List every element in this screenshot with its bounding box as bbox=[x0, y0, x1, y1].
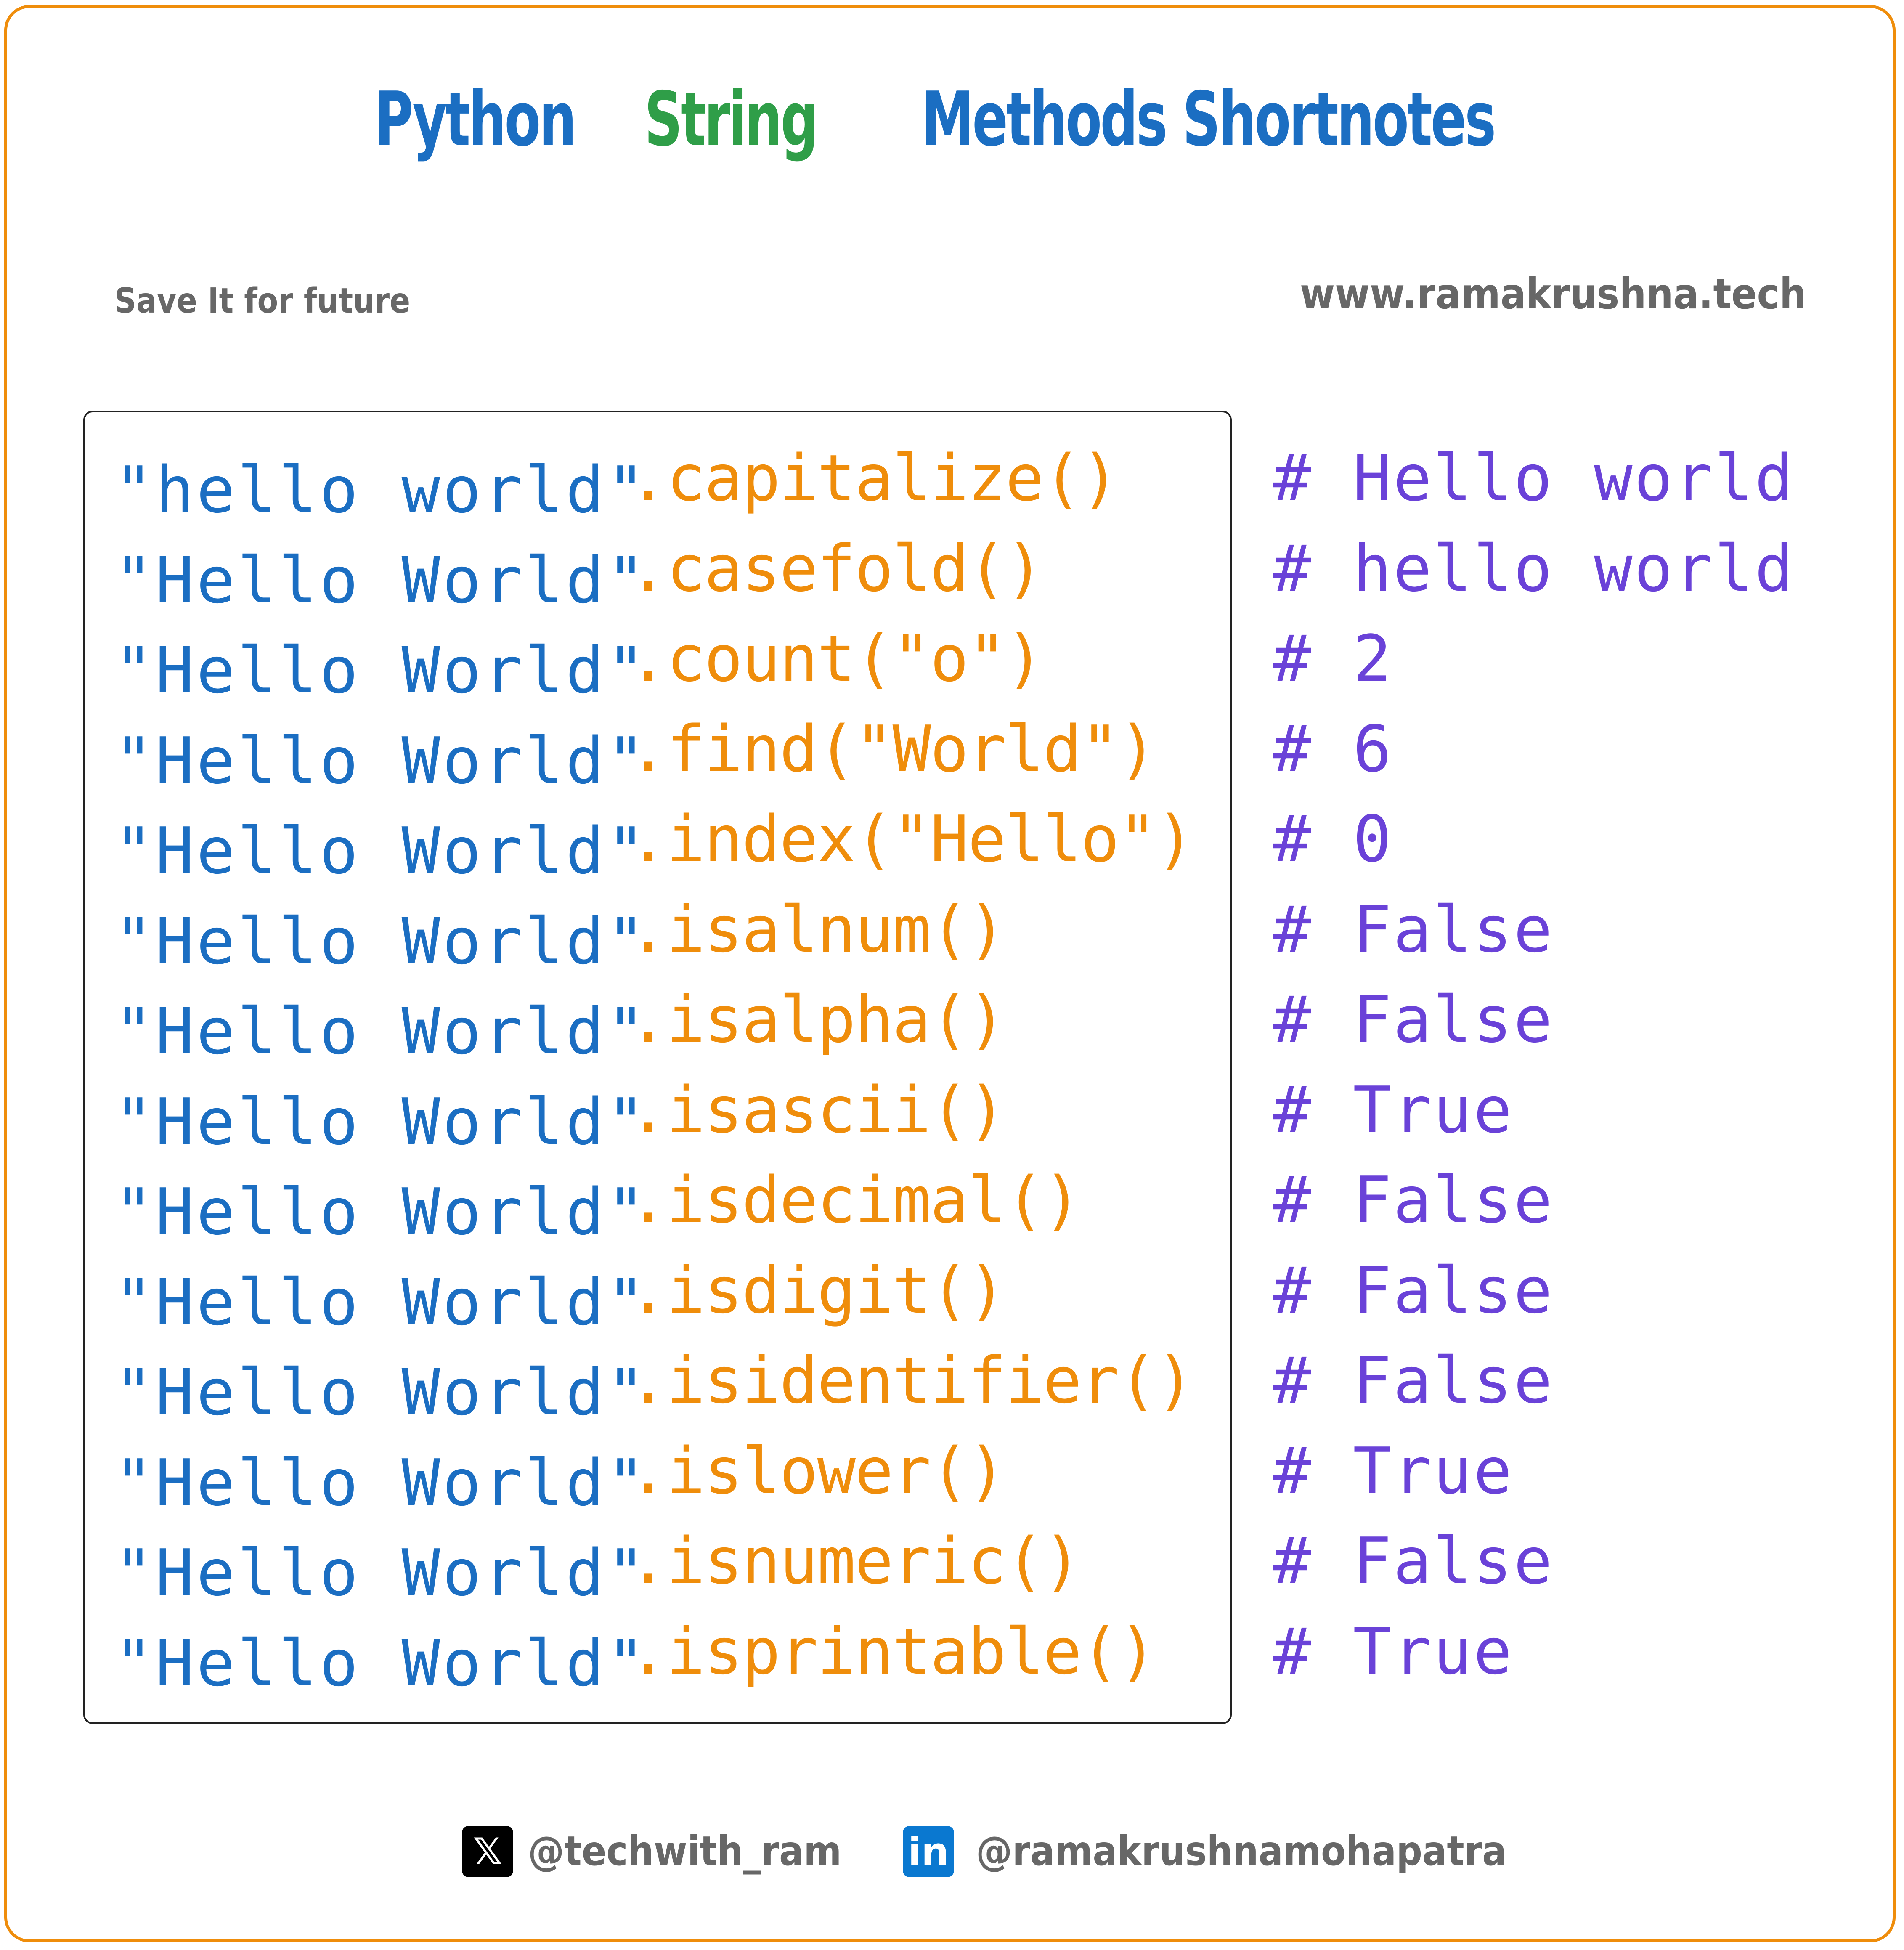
method-call: .isdecimal() bbox=[629, 1163, 1082, 1237]
result-comment: # False bbox=[1273, 1343, 1554, 1418]
result-comment: # True bbox=[1273, 1433, 1514, 1508]
method-call: .isidentifier() bbox=[629, 1343, 1195, 1418]
method-call: .index("Hello") bbox=[629, 802, 1195, 876]
result-comment: # False bbox=[1273, 1163, 1554, 1237]
result-comment: # True bbox=[1273, 1614, 1514, 1689]
string-literal: "Hello World" bbox=[114, 904, 648, 979]
title-word-methods-shortnotes: Methods Shortnotes bbox=[921, 76, 1496, 163]
method-call: .isprintable() bbox=[629, 1614, 1157, 1689]
method-call: .islower() bbox=[629, 1433, 1006, 1508]
string-literal: "Hello World" bbox=[114, 1445, 648, 1520]
string-literal: "Hello World" bbox=[114, 543, 648, 618]
method-call: .isascii() bbox=[629, 1072, 1006, 1147]
result-comment: # False bbox=[1273, 892, 1554, 967]
footer: 𝕏 @techwith_ram in @ramakrushnamohapatra bbox=[0, 1826, 1904, 1885]
result-comment: # True bbox=[1273, 1072, 1514, 1147]
result-comment: # False bbox=[1273, 1524, 1554, 1598]
title-word-python: Python bbox=[374, 76, 576, 163]
linkedin-handle: @ramakrushnamohapatra bbox=[976, 1828, 1507, 1875]
linkedin-logo-icon: in bbox=[903, 1826, 954, 1877]
example-row: "Hello World" .isprintable() # True bbox=[0, 1614, 1904, 1705]
result-comment: # hello world bbox=[1273, 531, 1795, 606]
method-call: .count("o") bbox=[629, 621, 1044, 696]
result-comment: # 0 bbox=[1273, 802, 1393, 876]
method-call: .capitalize() bbox=[629, 441, 1119, 515]
string-literal: "Hello World" bbox=[114, 1626, 648, 1701]
method-call: .isnumeric() bbox=[629, 1524, 1082, 1598]
save-it-note: Save It for future bbox=[114, 281, 411, 321]
example-row: "Hello World" .isdigit() # False bbox=[0, 1253, 1904, 1344]
website-url: www.ramakrushna.tech bbox=[1300, 269, 1806, 318]
result-comment: # Hello world bbox=[1273, 441, 1795, 515]
method-call: .isdigit() bbox=[629, 1253, 1006, 1328]
method-call: .find("World") bbox=[629, 711, 1157, 786]
example-row: "Hello World" .isdecimal() # False bbox=[0, 1163, 1904, 1253]
string-literal: "Hello World" bbox=[114, 723, 648, 798]
example-row: "Hello World" .casefold() # hello world bbox=[0, 531, 1904, 622]
example-row: "Hello World" .islower() # True bbox=[0, 1434, 1904, 1524]
result-comment: # False bbox=[1273, 1253, 1554, 1328]
result-comment: # 2 bbox=[1273, 621, 1393, 696]
example-row: "Hello World" .count("o") # 2 bbox=[0, 621, 1904, 712]
string-literal: "Hello World" bbox=[114, 633, 648, 708]
string-literal: "Hello World" bbox=[114, 1084, 648, 1159]
page-title: Python String Methods Shortnotes bbox=[0, 76, 1904, 163]
string-literal: "Hello World" bbox=[114, 1355, 648, 1430]
method-call: .casefold() bbox=[629, 531, 1044, 606]
string-literal: "Hello World" bbox=[114, 1536, 648, 1610]
title-word-string: String bbox=[644, 76, 818, 163]
example-row: "Hello World" .index("Hello") # 0 bbox=[0, 802, 1904, 892]
x-handle: @techwith_ram bbox=[528, 1828, 842, 1875]
example-row: "Hello World" .isascii() # True bbox=[0, 1073, 1904, 1163]
example-row: "Hello World" .isnumeric() # False bbox=[0, 1524, 1904, 1614]
string-literal: "Hello World" bbox=[114, 814, 648, 888]
string-literal: "Hello World" bbox=[114, 1175, 648, 1249]
x-logo-icon: 𝕏 bbox=[462, 1826, 513, 1877]
example-row: "Hello World" .isalnum() # False bbox=[0, 892, 1904, 983]
string-literal: "hello world" bbox=[114, 453, 648, 527]
string-literal: "Hello World" bbox=[114, 994, 648, 1069]
examples-list: "hello world" .capitalize() # Hello world "… bbox=[0, 441, 1904, 1704]
example-row: "Hello World" .isalpha() # False bbox=[0, 982, 1904, 1073]
method-call: .isalpha() bbox=[629, 982, 1006, 1057]
result-comment: # False bbox=[1273, 982, 1554, 1057]
example-row: "Hello World" .find("World") # 6 bbox=[0, 712, 1904, 802]
result-comment: # 6 bbox=[1273, 711, 1393, 786]
string-literal: "Hello World" bbox=[114, 1265, 648, 1340]
method-call: .isalnum() bbox=[629, 892, 1006, 967]
example-row: "Hello World" .isidentifier() # False bbox=[0, 1343, 1904, 1434]
example-row: "hello world" .capitalize() # Hello world bbox=[0, 441, 1904, 531]
